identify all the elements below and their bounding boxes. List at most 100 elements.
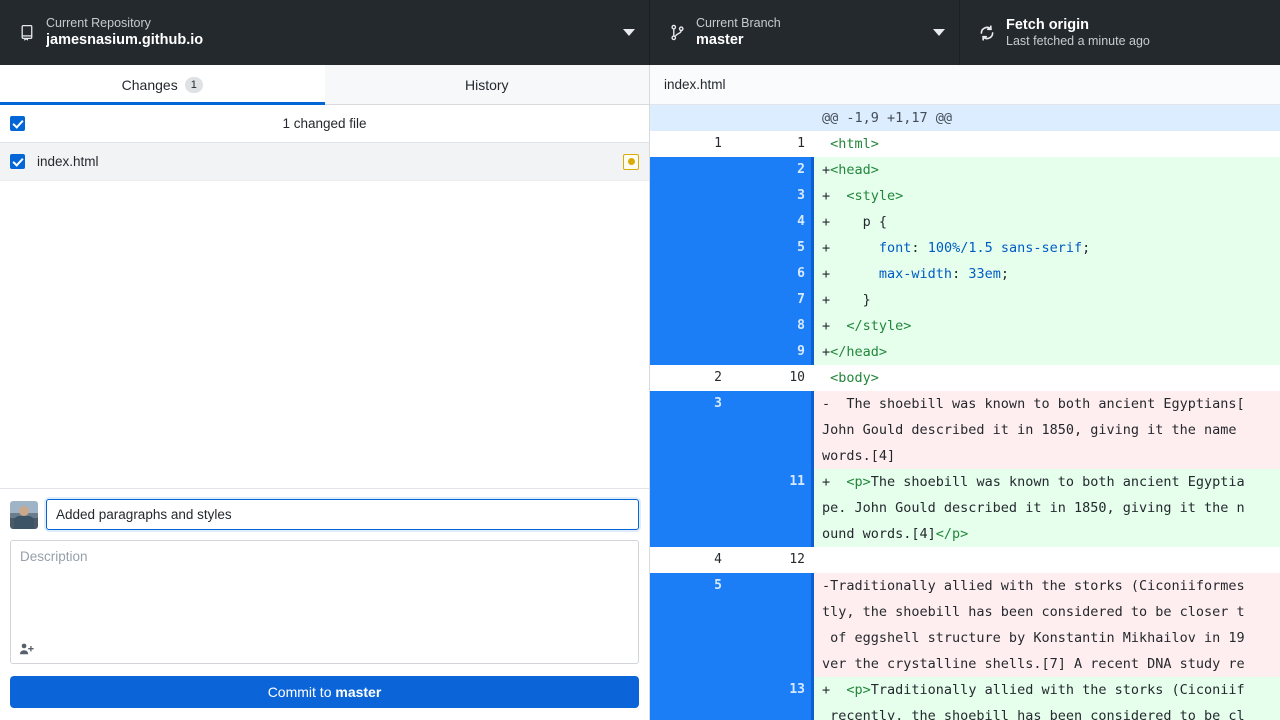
diff-row-del[interactable]: 5 -Traditionally allied with the storks (… bbox=[650, 573, 1280, 677]
changes-sidebar: Changes 1 History 1 changed file index.h… bbox=[0, 65, 650, 720]
diff-new-line-number: 2 bbox=[732, 157, 814, 183]
fetch-subtitle: Last fetched a minute ago bbox=[1006, 34, 1150, 50]
diff-old-line-number bbox=[650, 339, 732, 365]
tab-changes[interactable]: Changes 1 bbox=[0, 65, 325, 104]
diff-new-line-number: 12 bbox=[732, 547, 814, 573]
tab-history[interactable]: History bbox=[325, 65, 650, 104]
avatar bbox=[10, 501, 38, 529]
diff-new-line-number: 5 bbox=[732, 235, 814, 261]
diff-line-text: +<head> bbox=[814, 157, 1280, 183]
table-row[interactable]: index.html bbox=[0, 143, 649, 181]
diff-line-text: + p { bbox=[814, 209, 1280, 235]
diff-line-text: + max-width: 33em; bbox=[814, 261, 1280, 287]
diff-old-line-number bbox=[650, 235, 732, 261]
diff-new-line-number: 10 bbox=[732, 365, 814, 391]
diff-old-line-number bbox=[650, 261, 732, 287]
diff-row-add[interactable]: 4+ p { bbox=[650, 209, 1280, 235]
commit-description-box bbox=[10, 540, 639, 664]
diff-old-line-number: 1 bbox=[650, 131, 732, 157]
commit-description-input[interactable] bbox=[11, 541, 638, 637]
repo-name: jamesnasium.github.io bbox=[46, 31, 203, 49]
branch-icon bbox=[664, 24, 690, 41]
diff-row-add[interactable]: 8+ </style> bbox=[650, 313, 1280, 339]
diff-row-ctx: 11 <html> bbox=[650, 131, 1280, 157]
add-person-icon[interactable] bbox=[19, 642, 34, 657]
current-branch-button[interactable]: Current Branch master bbox=[650, 0, 960, 65]
tab-changes-label: Changes bbox=[122, 77, 178, 93]
diff-row-add[interactable]: 3+ <style> bbox=[650, 183, 1280, 209]
branch-label: Current Branch bbox=[696, 16, 781, 32]
diff-old-line-number bbox=[650, 469, 732, 547]
diff-new-line-number: 9 bbox=[732, 339, 814, 365]
chevron-down-icon[interactable] bbox=[623, 29, 635, 36]
diff-row-hunk: @@ -1,9 +1,17 @@ bbox=[650, 105, 1280, 131]
diff-row-ctx: 210 <body> bbox=[650, 365, 1280, 391]
diff-new-line-number bbox=[732, 573, 814, 677]
diff-content[interactable]: @@ -1,9 +1,17 @@11 <html>2+<head>3+ <sty… bbox=[650, 105, 1280, 720]
diff-old-line-number: 2 bbox=[650, 365, 732, 391]
diff-new-line-number: 8 bbox=[732, 313, 814, 339]
diff-line-text: - The shoebill was known to both ancient… bbox=[814, 391, 1280, 469]
diff-old-line-number: 3 bbox=[650, 391, 732, 469]
commit-summary-input[interactable] bbox=[46, 499, 639, 530]
chevron-down-icon[interactable] bbox=[933, 29, 945, 36]
diff-row-add[interactable]: 5+ font: 100%/1.5 sans-serif; bbox=[650, 235, 1280, 261]
diff-row-ctx: 412 bbox=[650, 547, 1280, 573]
commit-button-prefix: Commit to bbox=[268, 684, 336, 700]
diff-new-line-number: 7 bbox=[732, 287, 814, 313]
diff-old-line-number bbox=[650, 183, 732, 209]
diff-row-add[interactable]: 7+ } bbox=[650, 287, 1280, 313]
diff-line-text: + <p>Traditionally allied with the stork… bbox=[814, 677, 1280, 720]
diff-old-line-number: 5 bbox=[650, 573, 732, 677]
current-repository-button[interactable]: Current Repository jamesnasium.github.io bbox=[0, 0, 650, 65]
diff-line-text: + <style> bbox=[814, 183, 1280, 209]
commit-button[interactable]: Commit to master bbox=[10, 676, 639, 708]
commit-summary-row bbox=[10, 499, 639, 530]
app-toolbar: Current Repository jamesnasium.github.io… bbox=[0, 0, 1280, 65]
diff-row-add[interactable]: 2+<head> bbox=[650, 157, 1280, 183]
diff-line-text: +</head> bbox=[814, 339, 1280, 365]
diff-new-line-number: 4 bbox=[732, 209, 814, 235]
diff-row-add[interactable]: 6+ max-width: 33em; bbox=[650, 261, 1280, 287]
diff-old-line-number bbox=[650, 157, 732, 183]
sidebar-tabs: Changes 1 History bbox=[0, 65, 649, 105]
diff-new-line-number: 6 bbox=[732, 261, 814, 287]
diff-new-line-number: 1 bbox=[732, 131, 814, 157]
diff-row-del[interactable]: 3 - The shoebill was known to both ancien… bbox=[650, 391, 1280, 469]
diff-old-line-number bbox=[650, 105, 732, 131]
diff-line-text: + </style> bbox=[814, 313, 1280, 339]
file-list-empty-area bbox=[0, 181, 649, 489]
diff-new-line-number: 13 bbox=[732, 677, 814, 720]
changed-files-header: 1 changed file bbox=[0, 105, 649, 143]
diff-row-add[interactable]: 13+ <p>Traditionally allied with the sto… bbox=[650, 677, 1280, 720]
fetch-origin-button[interactable]: Fetch origin Last fetched a minute ago bbox=[960, 0, 1280, 65]
diff-new-line-number: 3 bbox=[732, 183, 814, 209]
diff-line-text: + font: 100%/1.5 sans-serif; bbox=[814, 235, 1280, 261]
diff-file-title: index.html bbox=[650, 65, 1280, 105]
diff-line-text: <body> bbox=[814, 365, 1280, 391]
diff-line-text: @@ -1,9 +1,17 @@ bbox=[814, 105, 1280, 131]
repo-icon bbox=[14, 24, 40, 41]
commit-button-branch: master bbox=[335, 684, 381, 700]
diff-old-line-number bbox=[650, 677, 732, 720]
tab-changes-badge: 1 bbox=[185, 77, 203, 93]
file-status-modified-icon bbox=[623, 154, 639, 170]
main-content: Changes 1 History 1 changed file index.h… bbox=[0, 65, 1280, 720]
branch-name: master bbox=[696, 31, 781, 49]
diff-pane: index.html @@ -1,9 +1,17 @@11 <html>2+<h… bbox=[650, 65, 1280, 720]
fetch-title: Fetch origin bbox=[1006, 16, 1150, 34]
github-desktop-window: Current Repository jamesnasium.github.io… bbox=[0, 0, 1280, 720]
select-all-checkbox[interactable] bbox=[10, 116, 25, 131]
diff-new-line-number: 11 bbox=[732, 469, 814, 547]
diff-old-line-number: 4 bbox=[650, 547, 732, 573]
diff-old-line-number bbox=[650, 287, 732, 313]
diff-row-add[interactable]: 9+</head> bbox=[650, 339, 1280, 365]
diff-old-line-number bbox=[650, 313, 732, 339]
repo-label: Current Repository bbox=[46, 16, 203, 32]
diff-new-line-number bbox=[732, 105, 814, 131]
diff-line-text: + <p>The shoebill was known to both anci… bbox=[814, 469, 1280, 547]
file-checkbox[interactable] bbox=[10, 154, 25, 169]
file-name: index.html bbox=[37, 154, 623, 169]
diff-line-text: -Traditionally allied with the storks (C… bbox=[814, 573, 1280, 677]
diff-row-add[interactable]: 11+ <p>The shoebill was known to both an… bbox=[650, 469, 1280, 547]
